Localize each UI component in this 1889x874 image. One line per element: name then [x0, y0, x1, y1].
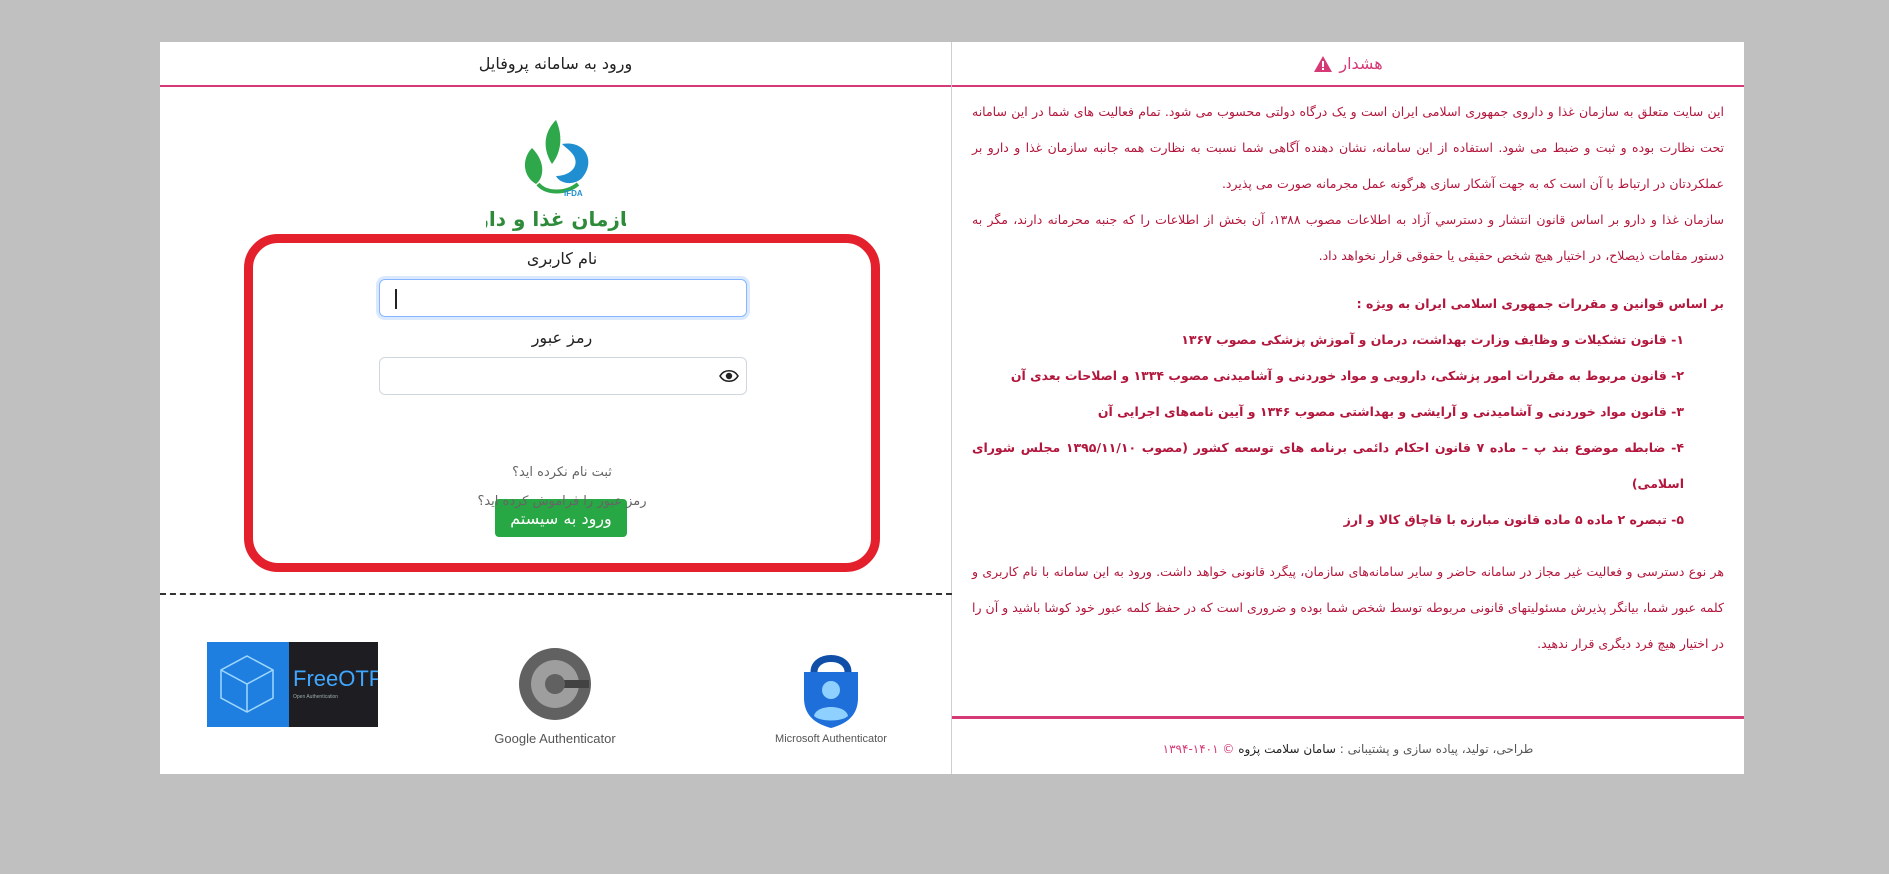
google-authenticator-logo: Google Authenticator: [494, 648, 616, 746]
login-title: ورود به سامانه پروفایل: [478, 54, 633, 73]
warning-paragraph-2: سازمان غذا و دارو بر اساس قانون انتشار و…: [972, 212, 1724, 263]
login-form: نام کاربری رمز عبور ورود به سیستم ثبت نا…: [244, 234, 880, 572]
footer-copyright: © ۱۴۰۱-۱۳۹۴: [1162, 742, 1235, 756]
username-input[interactable]: [379, 279, 747, 317]
law-item: ۳- قانون مواد خوردنی و آشامیدنی و آرایشی…: [1097, 404, 1684, 419]
warning-triangle-icon: [1314, 55, 1333, 72]
footer-company-link[interactable]: سامان سلامت پژوه: [1238, 742, 1336, 756]
show-password-eye-icon[interactable]: [719, 368, 739, 384]
password-input[interactable]: [379, 357, 747, 395]
warning-paragraph-1: این سایت متعلق به سازمان غذا و داروی جمه…: [972, 104, 1724, 191]
ifda-emblem-icon: IFDA سازمان غذا و دارو: [486, 120, 626, 231]
svg-text:Google Authenticator: Google Authenticator: [494, 731, 616, 746]
warning-paragraph-3: هر نوع دسترسی و فعالیت غیر مجاز در سامان…: [972, 564, 1724, 651]
login-panel: ورود به سامانه پروفایل IFDA سازمان غذا و…: [160, 42, 952, 774]
microsoft-authenticator-logo: Microsoft Authenticator: [775, 655, 887, 745]
section-divider: [160, 593, 952, 595]
svg-text:Microsoft Authenticator: Microsoft Authenticator: [775, 733, 887, 745]
password-label: رمز عبور: [531, 328, 593, 347]
text-caret: [395, 289, 397, 309]
warning-header: هشدار: [952, 42, 1744, 87]
freeotp-logo: FreeOTP Open Authentication: [207, 642, 378, 727]
laws-list: ۱- قانون تشکیلات و وظایف وزارت بهداشت، د…: [972, 322, 1724, 538]
svg-text:IFDA: IFDA: [564, 189, 583, 198]
warning-title: هشدار: [1339, 54, 1383, 73]
footer: طراحی، تولید، پیاده سازی و پشتیبانی : سا…: [952, 742, 1744, 756]
forgot-password-link[interactable]: رمز عبور را فراموش کرده اید؟: [253, 494, 871, 509]
warning-body: این سایت متعلق به سازمان غذا و داروی جمه…: [972, 94, 1724, 662]
footer-divider: [952, 716, 1744, 719]
main-card: ورود به سامانه پروفایل IFDA سازمان غذا و…: [160, 42, 1744, 774]
username-label: نام کاربری: [526, 249, 598, 268]
law-item: ۲- قانون مربوط به مقررات امور پزشکی، دار…: [1010, 368, 1684, 383]
laws-heading: بر اساس قوانین و مقررات جمهوری اسلامی ای…: [1356, 296, 1724, 311]
warning-panel: هشدار این سایت متعلق به سازمان غذا و دار…: [952, 42, 1744, 774]
svg-text:سازمان غذا و دارو: سازمان غذا و دارو: [486, 207, 626, 231]
footer-prefix: طراحی، تولید، پیاده سازی و پشتیبانی :: [1339, 742, 1534, 756]
law-item: ۴- ضابطه موضوع بند پ – ماده ۷ قانون احکا…: [972, 440, 1684, 491]
law-item: ۵- تبصره ۲ ماده ۵ ماده قانون مبارزه با ق…: [1343, 512, 1684, 527]
ifda-logo: IFDA سازمان غذا و دارو: [160, 114, 951, 232]
svg-text:FreeOTP: FreeOTP: [293, 666, 378, 691]
law-item: ۱- قانون تشکیلات و وظایف وزارت بهداشت، د…: [1181, 332, 1684, 347]
login-header: ورود به سامانه پروفایل: [160, 42, 951, 87]
register-link[interactable]: ثبت نام نکرده اید؟: [253, 465, 871, 480]
svg-text:Open Authentication: Open Authentication: [293, 694, 338, 700]
